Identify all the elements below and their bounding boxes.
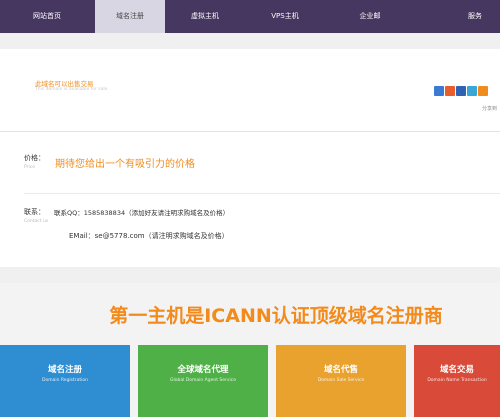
tile-global-domain-agent[interactable]: 全球域名代理 Global Domain Agent Service [138, 345, 268, 417]
tile-title: 全球域名代理 [177, 365, 229, 375]
contact-label-en: Contact us [24, 219, 49, 224]
tile-title: 域名交易 [439, 365, 474, 375]
weibo-icon[interactable] [445, 86, 455, 96]
divider [0, 131, 500, 132]
tile-subtitle: Global Domain Agent Service [169, 378, 237, 383]
price-label: 价格： [24, 154, 45, 162]
contact-email[interactable]: EMail：se@5778.com（请注明求购域名及价格） [69, 231, 229, 241]
share-label: 分享到 [482, 106, 498, 112]
tile-subtitle: Domain Name Transaction [427, 378, 487, 383]
nav-item-domain-registration[interactable]: 域名注册 [95, 0, 165, 33]
price-value: 期待您给出一个有吸引力的价格 [55, 159, 195, 170]
nav-item-vps[interactable]: VPS主机 [250, 0, 320, 33]
tile-title: 域名注册 [47, 365, 82, 375]
nav-item-virtual-host[interactable]: 虚拟主机 [170, 0, 240, 33]
qzone-icon[interactable] [434, 86, 444, 96]
nav-item-enterprise-mail[interactable]: 企业邮 [335, 0, 405, 33]
promo-subtitle: This domain is available for sale. [35, 87, 109, 92]
banner-title: 第一主机是ICANN认证顶级域名注册商 [109, 305, 443, 327]
top-navigation: 网站首页 域名注册 虚拟主机 VPS主机 企业邮 服务 [0, 0, 500, 33]
tile-domain-transaction[interactable]: 域名交易 Domain Name Transaction [414, 345, 500, 417]
tile-title: 域名代售 [323, 365, 358, 375]
tile-subtitle: Domain Registration [41, 378, 89, 383]
price-label-en: Price [24, 165, 35, 170]
tile-subtitle: Domain Sale Service [317, 378, 365, 383]
tile-domain-registration[interactable]: 域名注册 Domain Registration [0, 345, 130, 417]
tencent-weibo-icon[interactable] [467, 86, 477, 96]
nav-item-home[interactable]: 网站首页 [12, 0, 82, 33]
divider [24, 193, 500, 194]
contact-qq: 联系QQ：1585838834（添加好友请注明求购域名及价格） [54, 209, 230, 217]
tile-domain-sale[interactable]: 域名代售 Domain Sale Service [276, 345, 406, 417]
more-share-icon[interactable] [478, 86, 488, 96]
nav-item-services[interactable]: 服务 [440, 0, 500, 33]
contact-label: 联系： [24, 208, 45, 216]
renren-icon[interactable] [456, 86, 466, 96]
